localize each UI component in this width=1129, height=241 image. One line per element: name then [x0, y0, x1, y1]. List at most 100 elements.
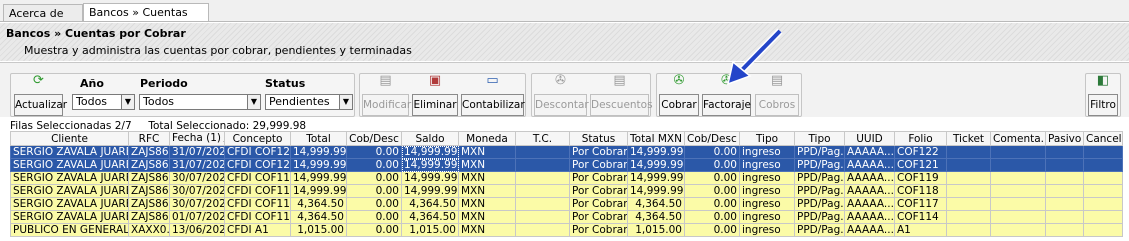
column-header[interactable]: Folio — [894, 131, 947, 146]
table-cell[interactable]: ingreso — [739, 158, 795, 172]
anio-select[interactable]: Todos ▼ — [72, 94, 135, 110]
table-cell[interactable] — [1045, 184, 1084, 198]
table-cell[interactable] — [946, 145, 991, 159]
table-cell[interactable]: ingreso — [739, 197, 795, 211]
table-cell[interactable]: ZAJS86... — [128, 210, 170, 224]
tab-acerca-de[interactable]: Acerca de — [3, 4, 83, 21]
descontar-button[interactable]: ✇ Descontar — [534, 73, 589, 116]
table-cell[interactable]: 13/06/2025 — [169, 223, 225, 237]
table-cell[interactable]: ZAJS86... — [128, 145, 170, 159]
table-cell[interactable] — [1083, 197, 1123, 211]
table-cell[interactable] — [1083, 210, 1123, 224]
table-cell[interactable]: MXN — [458, 184, 516, 198]
table-cell[interactable]: ingreso — [739, 184, 795, 198]
table-cell[interactable] — [990, 158, 1046, 172]
column-header[interactable]: Cob/Desc ... — [684, 131, 740, 146]
table-cell[interactable]: PPD/Pag... — [794, 171, 845, 185]
table-cell[interactable]: 14,999.99 — [627, 171, 685, 185]
table-cell[interactable]: 4,364.50 — [627, 197, 685, 211]
table-cell[interactable]: 30/07/2025 — [169, 184, 225, 198]
table-cell[interactable]: 14,999.99 — [290, 145, 347, 159]
table-cell[interactable]: MXN — [458, 197, 516, 211]
actualizar-button[interactable]: ⟳ Actualizar — [14, 73, 67, 116]
column-header[interactable]: Saldo — [401, 131, 459, 146]
table-cell[interactable]: 0.00 — [684, 197, 740, 211]
table-cell[interactable]: 14,999.99 — [401, 184, 459, 198]
table-cell[interactable]: 0.00 — [346, 145, 402, 159]
table-cell[interactable]: CFDI COF117 — [224, 197, 291, 211]
table-cell[interactable]: COF114 — [894, 210, 947, 224]
column-header[interactable]: Total — [290, 131, 347, 146]
table-cell[interactable] — [1083, 158, 1123, 172]
column-header[interactable]: Tipo — [794, 131, 845, 146]
eliminar-button[interactable]: ▣ Eliminar — [412, 73, 458, 116]
table-cell[interactable] — [515, 210, 570, 224]
table-cell[interactable] — [946, 184, 991, 198]
table-cell[interactable]: 0.00 — [684, 171, 740, 185]
column-header[interactable]: Cancel... — [1083, 131, 1123, 146]
table-cell[interactable]: Por Cobrar — [569, 171, 628, 185]
table-cell[interactable]: AAAAA... — [844, 197, 895, 211]
table-cell[interactable] — [515, 197, 570, 211]
column-header[interactable]: Concepto — [224, 131, 291, 146]
table-cell[interactable]: 14,999.99 — [290, 184, 347, 198]
table-cell[interactable]: ZAJS86... — [128, 184, 170, 198]
cobros-button[interactable]: ▤ Cobros — [755, 73, 799, 116]
table-cell[interactable]: 14,999.99 — [401, 158, 459, 172]
column-header[interactable]: Cliente — [10, 131, 129, 146]
table-cell[interactable] — [1045, 171, 1084, 185]
table-cell[interactable]: COF121 — [894, 158, 947, 172]
table-cell[interactable]: AAAAA... — [844, 171, 895, 185]
cobrar-button[interactable]: ✇ Cobrar — [659, 73, 699, 116]
table-cell[interactable]: ZAJS86... — [128, 171, 170, 185]
table-cell[interactable]: COF118 — [894, 184, 947, 198]
table-cell[interactable]: MXN — [458, 145, 516, 159]
table-cell[interactable] — [1045, 145, 1084, 159]
filtro-button[interactable]: ◧ Filtro — [1088, 73, 1118, 116]
table-cell[interactable] — [946, 171, 991, 185]
table-cell[interactable]: 4,364.50 — [401, 197, 459, 211]
table-row[interactable]: SERGIO ZAVALA JUAREZZAJS86...31/07/2025C… — [10, 158, 1123, 172]
modificar-button[interactable]: ▤ Modificar — [362, 73, 411, 116]
table-cell[interactable] — [1083, 223, 1123, 237]
table-cell[interactable] — [1083, 171, 1123, 185]
column-header[interactable]: UUID — [844, 131, 895, 146]
table-row[interactable]: SERGIO ZAVALA JUAREZZAJS86...31/07/2025C… — [10, 145, 1123, 159]
column-header[interactable]: Ticket — [946, 131, 991, 146]
column-header[interactable]: Pasivo — [1045, 131, 1084, 146]
table-cell[interactable]: 0.00 — [684, 210, 740, 224]
table-cell[interactable]: Por Cobrar — [569, 158, 628, 172]
table-cell[interactable] — [1045, 197, 1084, 211]
table-cell[interactable] — [946, 197, 991, 211]
contabilizar-button[interactable]: ▭ Contabilizar — [461, 73, 525, 116]
table-cell[interactable]: 0.00 — [346, 223, 402, 237]
table-cell[interactable]: 31/07/2025 — [169, 158, 225, 172]
table-cell[interactable] — [1083, 145, 1123, 159]
table-cell[interactable]: 1,015.00 — [401, 223, 459, 237]
table-cell[interactable]: 0.00 — [346, 184, 402, 198]
table-cell[interactable]: 14,999.99 — [627, 184, 685, 198]
table-cell[interactable] — [990, 145, 1046, 159]
table-cell[interactable] — [515, 171, 570, 185]
table-cell[interactable] — [946, 210, 991, 224]
table-cell[interactable]: CFDI A1 — [224, 223, 291, 237]
dropdown-arrow-icon[interactable]: ▼ — [339, 95, 352, 109]
table-cell[interactable] — [515, 158, 570, 172]
table-cell[interactable]: CFDI COF114 — [224, 210, 291, 224]
table-cell[interactable]: XAXX0... — [128, 223, 170, 237]
table-cell[interactable]: 4,364.50 — [290, 197, 347, 211]
table-cell[interactable]: 14,999.99 — [401, 171, 459, 185]
table-row[interactable]: SERGIO ZAVALA JUAREZZAJS86...30/07/2025C… — [10, 184, 1123, 198]
column-header[interactable]: T.C. — [515, 131, 570, 146]
table-cell[interactable]: 14,999.99 — [290, 171, 347, 185]
tab-cuentas-por-cobrar[interactable]: Bancos » Cuentas por Cobrar✕ — [83, 3, 209, 36]
table-cell[interactable] — [946, 158, 991, 172]
table-cell[interactable]: Por Cobrar — [569, 184, 628, 198]
status-select[interactable]: Pendientes ▼ — [265, 94, 353, 110]
table-cell[interactable]: PPD/Pag... — [794, 223, 845, 237]
table-cell[interactable]: CFDI COF118 — [224, 184, 291, 198]
table-cell[interactable]: SERGIO ZAVALA JUAREZ — [10, 171, 129, 185]
descuentos-button[interactable]: ▤ Descuentos — [590, 73, 653, 116]
table-cell[interactable]: AAAAA... — [844, 145, 895, 159]
table-cell[interactable]: COF117 — [894, 197, 947, 211]
